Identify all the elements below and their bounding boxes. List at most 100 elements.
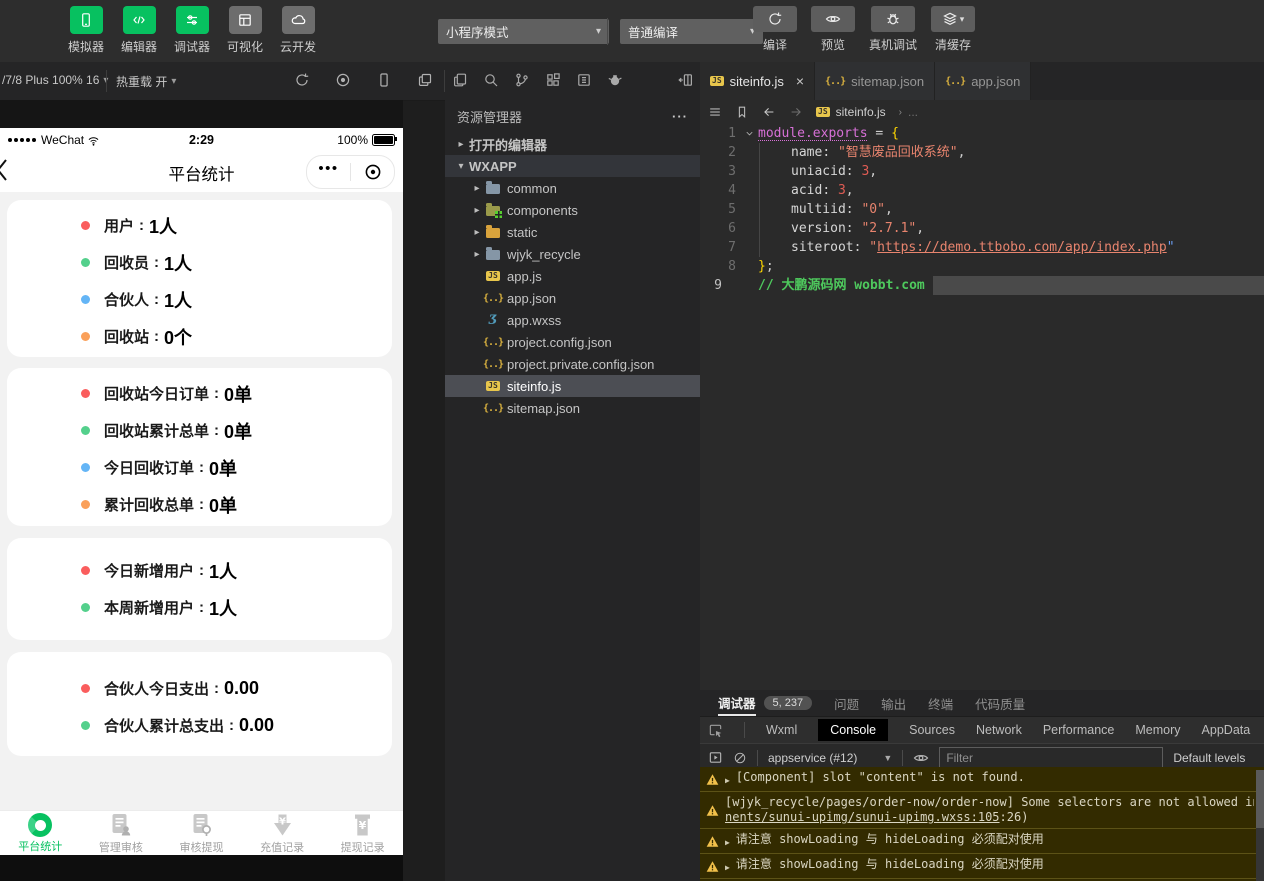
fold-icon[interactable] bbox=[740, 124, 758, 143]
tab-siteinfo.js[interactable]: JSsiteinfo.js× bbox=[700, 62, 815, 100]
action-button-refresh[interactable]: 编译 bbox=[753, 6, 797, 53]
exit-button[interactable] bbox=[351, 163, 394, 181]
tree-item-project.config.json[interactable]: {..}project.config.json bbox=[445, 331, 700, 353]
back-history-icon[interactable] bbox=[762, 105, 776, 119]
forward-history-icon[interactable] bbox=[789, 105, 803, 119]
tab-app.json[interactable]: {..}app.json bbox=[935, 62, 1031, 100]
toolbar-button-code[interactable]: 编辑器 bbox=[117, 6, 161, 55]
code-text: multiid: "0", bbox=[758, 200, 1264, 219]
console-scrollbar[interactable] bbox=[1256, 770, 1264, 881]
expand-arrow-icon[interactable]: ▶ bbox=[725, 773, 730, 788]
console-warning-row[interactable]: ▶[Component] slot "content" is not found… bbox=[700, 767, 1264, 792]
stat-colon: : bbox=[214, 385, 219, 402]
outline-icon[interactable] bbox=[708, 105, 722, 119]
teapot-icon[interactable] bbox=[607, 72, 623, 88]
toolbar-button-phone[interactable]: 模拟器 bbox=[64, 6, 108, 55]
panel-tab-label: 问题 bbox=[834, 690, 859, 716]
devtools-tab-Sources[interactable]: Sources bbox=[909, 723, 955, 737]
file-explorer: 资源管理器 ··· ▸打开的编辑器▾WXAPP▸common▸component… bbox=[445, 100, 700, 881]
close-icon[interactable]: × bbox=[796, 73, 804, 89]
stat-row: 用户:1人 bbox=[7, 207, 392, 244]
more-menu-button[interactable]: ••• bbox=[307, 165, 350, 179]
mode-dropdown[interactable]: 小程序模式 ▾ bbox=[438, 19, 609, 44]
action-button-eye[interactable]: 预览 bbox=[811, 6, 855, 53]
tree-item-wjyk_recycle[interactable]: ▸wjyk_recycle bbox=[445, 243, 700, 265]
copy-icon[interactable] bbox=[452, 72, 468, 88]
phone-tab-管理审核[interactable]: 管理审核 bbox=[81, 811, 162, 856]
log-level-dropdown[interactable]: Default levels bbox=[1173, 751, 1245, 765]
expand-arrow-icon[interactable]: ▶ bbox=[725, 860, 730, 875]
json-file-icon: {..} bbox=[485, 403, 501, 414]
devtools-tab-Performance[interactable]: Performance bbox=[1043, 723, 1115, 737]
panel-tab-输出[interactable]: 输出 bbox=[881, 690, 906, 716]
square-s-icon[interactable] bbox=[576, 72, 592, 88]
chevron-right-icon[interactable]: ▸ bbox=[453, 139, 469, 150]
toolbar-button-tune[interactable]: 调试器 bbox=[170, 6, 214, 55]
live-expression-icon[interactable] bbox=[913, 750, 929, 766]
js-glyph: JS bbox=[486, 271, 500, 281]
bookmark-icon[interactable] bbox=[735, 105, 749, 119]
tree-item-sitemap.json[interactable]: {..}sitemap.json bbox=[445, 397, 700, 419]
console-warning-row[interactable]: ▶请注意 showLoading 与 hideLoading 必须配对使用 bbox=[700, 854, 1264, 879]
tab-sitemap.json[interactable]: {..}sitemap.json bbox=[815, 62, 935, 100]
phone-tab-充值记录[interactable]: ¥充值记录 bbox=[242, 811, 323, 856]
chevron-right-icon[interactable]: ▸ bbox=[469, 227, 485, 238]
chevron-down-icon[interactable]: ▾ bbox=[453, 161, 469, 172]
execution-context-dropdown[interactable]: appservice (#12) ▼ bbox=[768, 751, 892, 765]
tree-item-app.wxss[interactable]: Ʒapp.wxss bbox=[445, 309, 700, 331]
tree-item-components[interactable]: ▸components bbox=[445, 199, 700, 221]
action-button-layers[interactable]: ▾清缓存 bbox=[931, 6, 975, 53]
toolbar-button-cloud[interactable]: 云开发 bbox=[276, 6, 320, 55]
phone-tab-平台统计[interactable]: 平台统计 bbox=[0, 811, 81, 856]
branch-icon[interactable] bbox=[514, 72, 530, 88]
explorer-more-button[interactable]: ··· bbox=[672, 109, 688, 124]
devtools-tab-Console[interactable]: Console bbox=[818, 719, 888, 741]
refresh-icon[interactable] bbox=[294, 72, 310, 88]
phone-icon bbox=[70, 6, 103, 34]
phone-tab-审核提现[interactable]: 审核提现 bbox=[161, 811, 242, 856]
phone-small-icon[interactable] bbox=[376, 72, 392, 88]
console-warning-row[interactable]: ▶请注意 showLoading 与 hideLoading 必须配对使用 bbox=[700, 829, 1264, 854]
devtools-tab-Wxml[interactable]: Wxml bbox=[766, 723, 797, 737]
tree-item-WXAPP[interactable]: ▾WXAPP bbox=[445, 155, 700, 177]
search-icon[interactable] bbox=[483, 72, 499, 88]
filter-input[interactable] bbox=[939, 747, 1163, 768]
phone-tab-提现记录[interactable]: ¥提现记录 bbox=[322, 811, 403, 856]
tree-item-project.private.config.json[interactable]: {..}project.private.config.json bbox=[445, 353, 700, 375]
devtools-tab-AppData[interactable]: AppData bbox=[1202, 723, 1251, 737]
chevron-right-icon[interactable]: ▸ bbox=[469, 205, 485, 216]
chevron-right-icon[interactable]: ▸ bbox=[469, 249, 485, 260]
panel-tab-终端[interactable]: 终端 bbox=[928, 690, 953, 716]
code-area[interactable]: 1module.exports = {2name: "智慧废品回收系统",3un… bbox=[700, 124, 1264, 690]
devtools-tab-Network[interactable]: Network bbox=[976, 723, 1022, 737]
blocks-icon[interactable] bbox=[545, 72, 561, 88]
action-button-bug[interactable]: 真机调试 bbox=[869, 6, 917, 53]
device-selector[interactable]: /7/8 Plus 100% 16 ▾ bbox=[2, 73, 108, 87]
tree-item-app.js[interactable]: JSapp.js bbox=[445, 265, 700, 287]
panel-tab-代码质量[interactable]: 代码质量 bbox=[975, 690, 1025, 716]
toolbar-button-grid[interactable]: 可视化 bbox=[223, 6, 267, 55]
breadcrumb-file[interactable]: siteinfo.js bbox=[836, 105, 886, 119]
cascade-icon[interactable] bbox=[417, 72, 433, 88]
tree-item-common[interactable]: ▸common bbox=[445, 177, 700, 199]
split-icon[interactable] bbox=[678, 72, 694, 88]
devtools-tab-Memory[interactable]: Memory bbox=[1135, 723, 1180, 737]
source-link[interactable]: nents/sunui-upimg/sunui-upimg.wxss:105 bbox=[725, 810, 1000, 824]
panel-tab-调试器[interactable]: 调试器5, 237 bbox=[718, 690, 812, 716]
breadcrumb-more[interactable]: ... bbox=[908, 105, 918, 119]
compile-mode-dropdown[interactable]: 普通编译 ▾ bbox=[620, 19, 763, 44]
stat-row: 回收站:0个 bbox=[7, 318, 392, 355]
tree-item-打开的编辑器[interactable]: ▸打开的编辑器 bbox=[445, 133, 700, 155]
tree-item-app.json[interactable]: {..}app.json bbox=[445, 287, 700, 309]
expand-arrow-icon[interactable]: ▶ bbox=[725, 835, 730, 850]
record-icon[interactable] bbox=[335, 72, 351, 88]
clear-console-icon[interactable] bbox=[733, 751, 747, 765]
console-warning-row[interactable]: [wjyk_recycle/pages/order-now/order-now]… bbox=[700, 792, 1264, 829]
chevron-right-icon[interactable]: ▸ bbox=[469, 183, 485, 194]
hot-reload-toggle[interactable]: 热重载 开 ▾ bbox=[116, 73, 176, 90]
inspect-icon[interactable] bbox=[708, 723, 723, 738]
tree-item-siteinfo.js[interactable]: JSsiteinfo.js bbox=[445, 375, 700, 397]
tree-item-static[interactable]: ▸static bbox=[445, 221, 700, 243]
panel-tab-问题[interactable]: 问题 bbox=[834, 690, 859, 716]
console-sidebar-icon[interactable] bbox=[708, 750, 723, 765]
